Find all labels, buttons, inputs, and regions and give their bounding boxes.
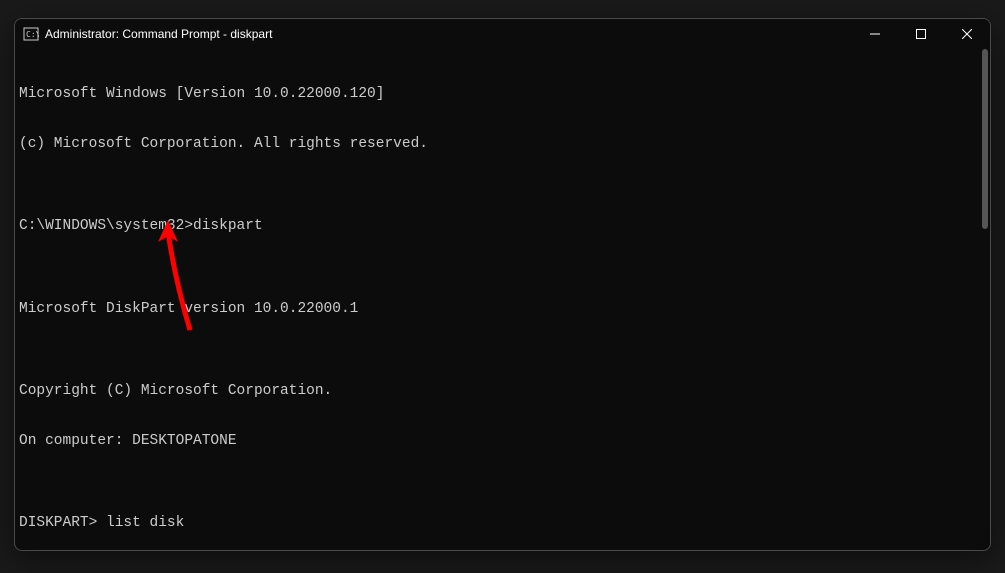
terminal-output[interactable]: Microsoft Windows [Version 10.0.22000.12…: [15, 49, 990, 550]
terminal-line: On computer: DESKTOPATONE: [19, 433, 986, 450]
terminal-line: Copyright (C) Microsoft Corporation.: [19, 383, 986, 400]
terminal-line: C:\WINDOWS\system32>diskpart: [19, 218, 986, 235]
window-title: Administrator: Command Prompt - diskpart: [45, 27, 852, 41]
terminal-line: DISKPART> list disk: [19, 515, 986, 532]
titlebar[interactable]: C:\ Administrator: Command Prompt - disk…: [15, 19, 990, 49]
svg-text:C:\: C:\: [26, 30, 39, 39]
cmd-icon: C:\: [23, 26, 39, 42]
terminal-line: Microsoft Windows [Version 10.0.22000.12…: [19, 86, 986, 103]
close-button[interactable]: [944, 19, 990, 49]
command-prompt-window: C:\ Administrator: Command Prompt - disk…: [14, 18, 991, 551]
minimize-button[interactable]: [852, 19, 898, 49]
terminal-line: (c) Microsoft Corporation. All rights re…: [19, 136, 986, 153]
terminal-line: Microsoft DiskPart version 10.0.22000.1: [19, 301, 986, 318]
window-controls: [852, 19, 990, 49]
scrollbar-thumb[interactable]: [982, 49, 988, 229]
maximize-button[interactable]: [898, 19, 944, 49]
